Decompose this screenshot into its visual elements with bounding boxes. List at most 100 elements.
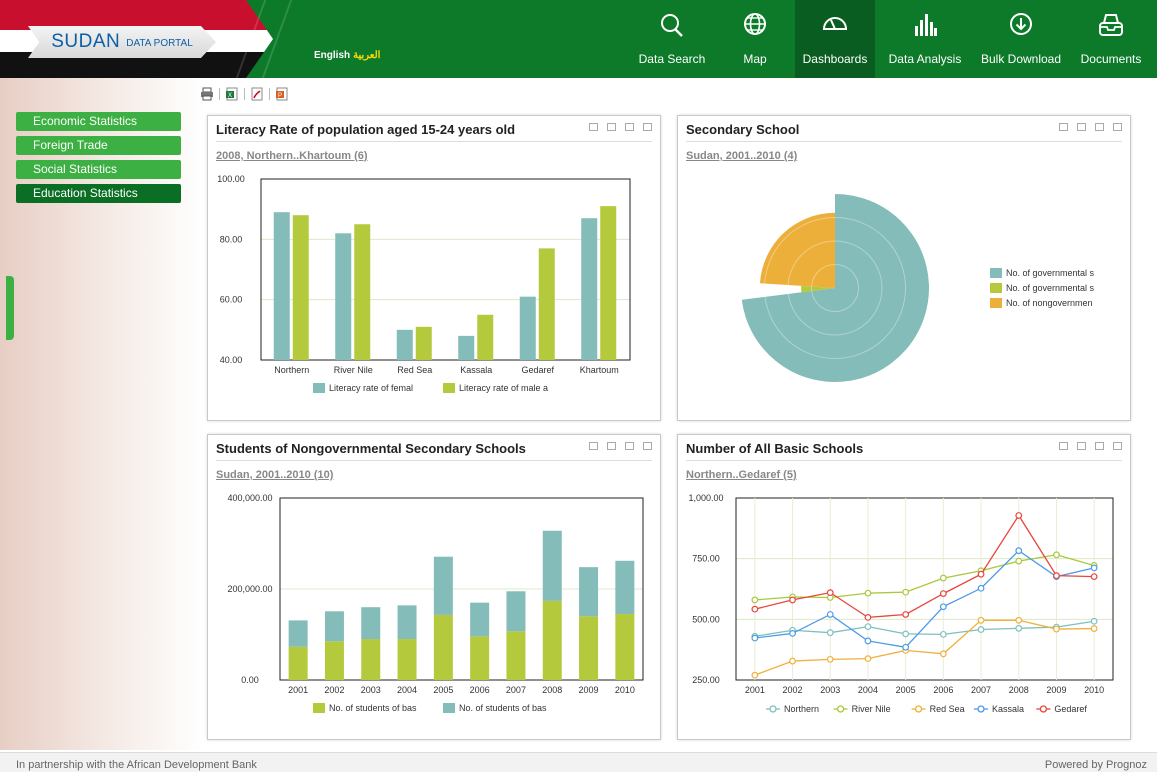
data-point [864, 613, 872, 621]
nav-label: Dashboards [802, 52, 868, 66]
lang-english-link[interactable]: English [314, 50, 350, 61]
legend-swatch [443, 703, 455, 713]
download-icon [1010, 13, 1032, 35]
bar [354, 224, 371, 360]
x-tick-label: 2006 [933, 685, 953, 695]
data-point [977, 584, 985, 592]
sidebar-item-social-statistics[interactable]: Social Statistics [16, 160, 181, 179]
toolbar-separator [219, 88, 220, 100]
bar [519, 296, 536, 360]
data-point [1015, 624, 1023, 632]
x-tick-label: Khartoum [580, 365, 619, 375]
y-tick-label: 500.00 [692, 614, 720, 624]
excel-icon[interactable]: X [225, 87, 239, 101]
stacked-bar-segment [361, 639, 381, 680]
data-point [977, 616, 985, 624]
footer: In partnership with the African Developm… [0, 752, 1157, 772]
data-point [977, 570, 985, 578]
data-point [864, 637, 872, 645]
legend-swatch [990, 268, 1002, 278]
data-point [826, 629, 834, 637]
data-point [939, 650, 947, 658]
chart-panel-basic-schools: Number of All Basic Schools Northern..Ge… [677, 434, 1131, 740]
x-tick-label: 2007 [971, 685, 991, 695]
data-point [1090, 617, 1098, 625]
powerpoint-icon[interactable]: P [275, 87, 289, 101]
sidebar-item-economic-statistics[interactable]: Economic Statistics [16, 112, 181, 131]
bar [415, 326, 432, 360]
stacked-bar-segment [397, 639, 417, 680]
data-point [1090, 573, 1098, 581]
data-point [1053, 572, 1060, 580]
stacked-bar-segment [433, 556, 453, 615]
search-icon [661, 14, 683, 37]
legend-swatch [443, 383, 455, 393]
legend-label: No. of nongovernmen [1006, 298, 1093, 308]
x-tick-label: 2003 [820, 685, 840, 695]
secondary-school-pie-chart: No. of governmental s No. of governmental… [741, 194, 1095, 382]
stacked-bar-segment [361, 607, 381, 640]
sidebar-item-education-statistics[interactable]: Education Statistics [16, 184, 181, 203]
nav-bulk-download[interactable]: Bulk Download [978, 0, 1064, 78]
data-point [751, 605, 759, 613]
y-tick-label: 40.00 [220, 355, 243, 365]
logo-sub-text: DATA PORTAL [126, 38, 193, 49]
y-tick-label: 100.00 [217, 174, 245, 184]
data-point [977, 626, 985, 633]
data-point [1015, 557, 1023, 565]
data-point [789, 630, 796, 637]
bar [458, 335, 475, 360]
data-point [864, 655, 872, 663]
footer-partnership-text: In partnership with the African Developm… [16, 759, 257, 771]
legend-label: River Nile [852, 704, 891, 714]
nav-data-search[interactable]: Data Search [636, 0, 708, 78]
y-tick-label: 80.00 [220, 234, 243, 244]
nav-label: Data Analysis [888, 52, 962, 66]
bar [292, 215, 309, 360]
legend-label: Northern [784, 704, 819, 714]
lang-arabic-link[interactable]: العربية [353, 50, 380, 61]
data-point [1053, 551, 1060, 559]
x-tick-label: 2008 [542, 685, 562, 695]
pie-slice [759, 212, 835, 288]
y-tick-label: 200,000.00 [227, 584, 272, 594]
pdf-icon[interactable] [250, 87, 264, 101]
x-tick-label: Gedaref [521, 365, 554, 375]
data-point [826, 655, 834, 663]
x-tick-label: Kassala [460, 365, 492, 375]
data-point [789, 657, 796, 665]
data-point [1015, 512, 1023, 519]
x-tick-label: 2001 [745, 685, 765, 695]
legend-label: No. of students of bas [329, 703, 417, 713]
data-point [902, 643, 910, 651]
sidebar-item-foreign-trade[interactable]: Foreign Trade [16, 136, 181, 155]
nav-label: Documents [1080, 52, 1142, 66]
nav-dashboards[interactable]: Dashboards [795, 0, 875, 78]
bar [538, 248, 555, 360]
x-tick-label: Red Sea [397, 365, 432, 375]
bar [581, 218, 598, 360]
chart-panel-students-nongov: Students of Nongovernmental Secondary Sc… [207, 434, 661, 740]
data-point [864, 623, 872, 631]
legend-swatch [990, 298, 1002, 308]
sidebar-toggle-tab[interactable] [6, 276, 14, 340]
nav-map[interactable]: Map [728, 0, 782, 78]
svg-text:P: P [278, 93, 282, 99]
legend-label: Literacy rate of male a [459, 383, 548, 393]
nav-documents[interactable]: Documents [1076, 0, 1146, 78]
x-tick-label: Northern [274, 365, 309, 375]
print-icon[interactable] [200, 87, 214, 101]
data-point [864, 589, 872, 597]
stacked-bar-segment [324, 611, 344, 642]
stacked-bar-segment [324, 641, 344, 680]
data-point [939, 603, 947, 611]
nav-data-analysis[interactable]: Data Analysis [885, 0, 965, 78]
y-tick-label: 1,000.00 [688, 493, 723, 503]
bar [477, 314, 494, 360]
site-logo[interactable]: SUDAN DATA PORTAL [28, 26, 216, 58]
nav-label: Data Search [638, 52, 706, 66]
y-tick-label: 400,000.00 [227, 493, 272, 503]
bar [335, 233, 352, 360]
literacy-bar-chart: 40.00 60.00 80.00 100.00 Northern River Nile R… [217, 174, 631, 393]
y-tick-label: 0.00 [241, 675, 259, 685]
